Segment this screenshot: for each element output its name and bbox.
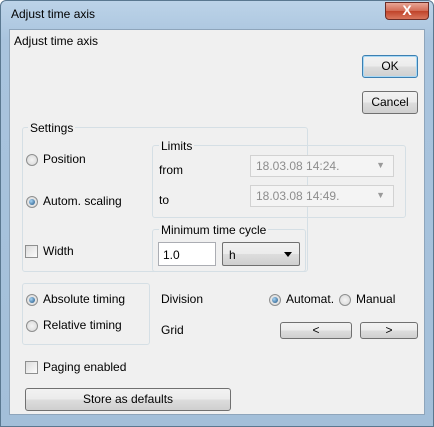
dialog-window: Adjust time axis X Adjust time axis OK C… <box>0 0 434 427</box>
grid-label: Grid <box>161 323 184 337</box>
store-as-defaults-label: Store as defaults <box>82 392 174 406</box>
title-bar[interactable]: Adjust time axis X <box>1 1 433 27</box>
grid-decrease-label: < <box>312 323 320 337</box>
position-radio[interactable] <box>26 154 38 166</box>
position-label[interactable]: Position <box>43 152 86 166</box>
settings-group-label: Settings <box>28 121 76 135</box>
paging-enabled-label[interactable]: Paging enabled <box>43 360 126 374</box>
ok-button-label: OK <box>381 59 399 73</box>
cancel-button-label: Cancel <box>371 95 409 109</box>
chevron-down-icon: ▼ <box>376 190 385 200</box>
to-label: to <box>159 193 170 207</box>
to-combobox[interactable]: 18.03.08 14:49. ▼ <box>250 185 394 207</box>
dialog-heading: Adjust time axis <box>14 34 99 48</box>
min-cycle-value: 1.0 <box>163 248 180 262</box>
time-unit-value: h <box>229 248 236 262</box>
window-title: Adjust time axis <box>11 7 96 21</box>
limits-group-label: Limits <box>159 139 195 153</box>
grid-increase-button[interactable]: > <box>360 322 418 339</box>
relative-timing-label[interactable]: Relative timing <box>43 318 122 332</box>
from-combobox[interactable]: 18.03.08 14:24. ▼ <box>250 155 394 177</box>
cancel-button[interactable]: Cancel <box>362 91 418 114</box>
chevron-down-icon: ▼ <box>376 160 385 170</box>
division-manual-radio[interactable] <box>339 294 351 306</box>
close-button[interactable]: X <box>385 2 429 20</box>
autom-scaling-label[interactable]: Autom. scaling <box>43 194 122 208</box>
min-cycle-input[interactable]: 1.0 <box>158 242 216 266</box>
absolute-timing-label[interactable]: Absolute timing <box>43 292 125 306</box>
grid-increase-label: > <box>385 323 393 337</box>
from-value: 18.03.08 14:24. <box>256 159 340 173</box>
close-icon: X <box>402 2 412 18</box>
paging-enabled-checkbox[interactable] <box>25 361 38 374</box>
division-label: Division <box>161 292 204 306</box>
store-as-defaults-button[interactable]: Store as defaults <box>25 388 231 411</box>
division-automat-label[interactable]: Automat. <box>286 292 334 306</box>
from-label: from <box>159 163 183 177</box>
division-automat-radio[interactable] <box>269 294 281 306</box>
absolute-timing-radio[interactable] <box>26 294 38 306</box>
autom-scaling-radio[interactable] <box>26 196 38 208</box>
time-unit-select[interactable]: h <box>222 242 300 266</box>
grid-decrease-button[interactable]: < <box>280 322 352 339</box>
to-value: 18.03.08 14:49. <box>256 189 340 203</box>
dialog-client-area: Adjust time axis OK Cancel Settings Posi… <box>9 29 425 415</box>
ok-button[interactable]: OK <box>362 55 418 78</box>
division-manual-label[interactable]: Manual <box>356 292 395 306</box>
width-checkbox[interactable] <box>25 245 38 258</box>
width-label[interactable]: Width <box>43 244 74 258</box>
relative-timing-radio[interactable] <box>26 320 38 332</box>
min-time-cycle-label: Minimum time cycle <box>159 223 269 237</box>
chevron-down-icon <box>284 252 292 257</box>
